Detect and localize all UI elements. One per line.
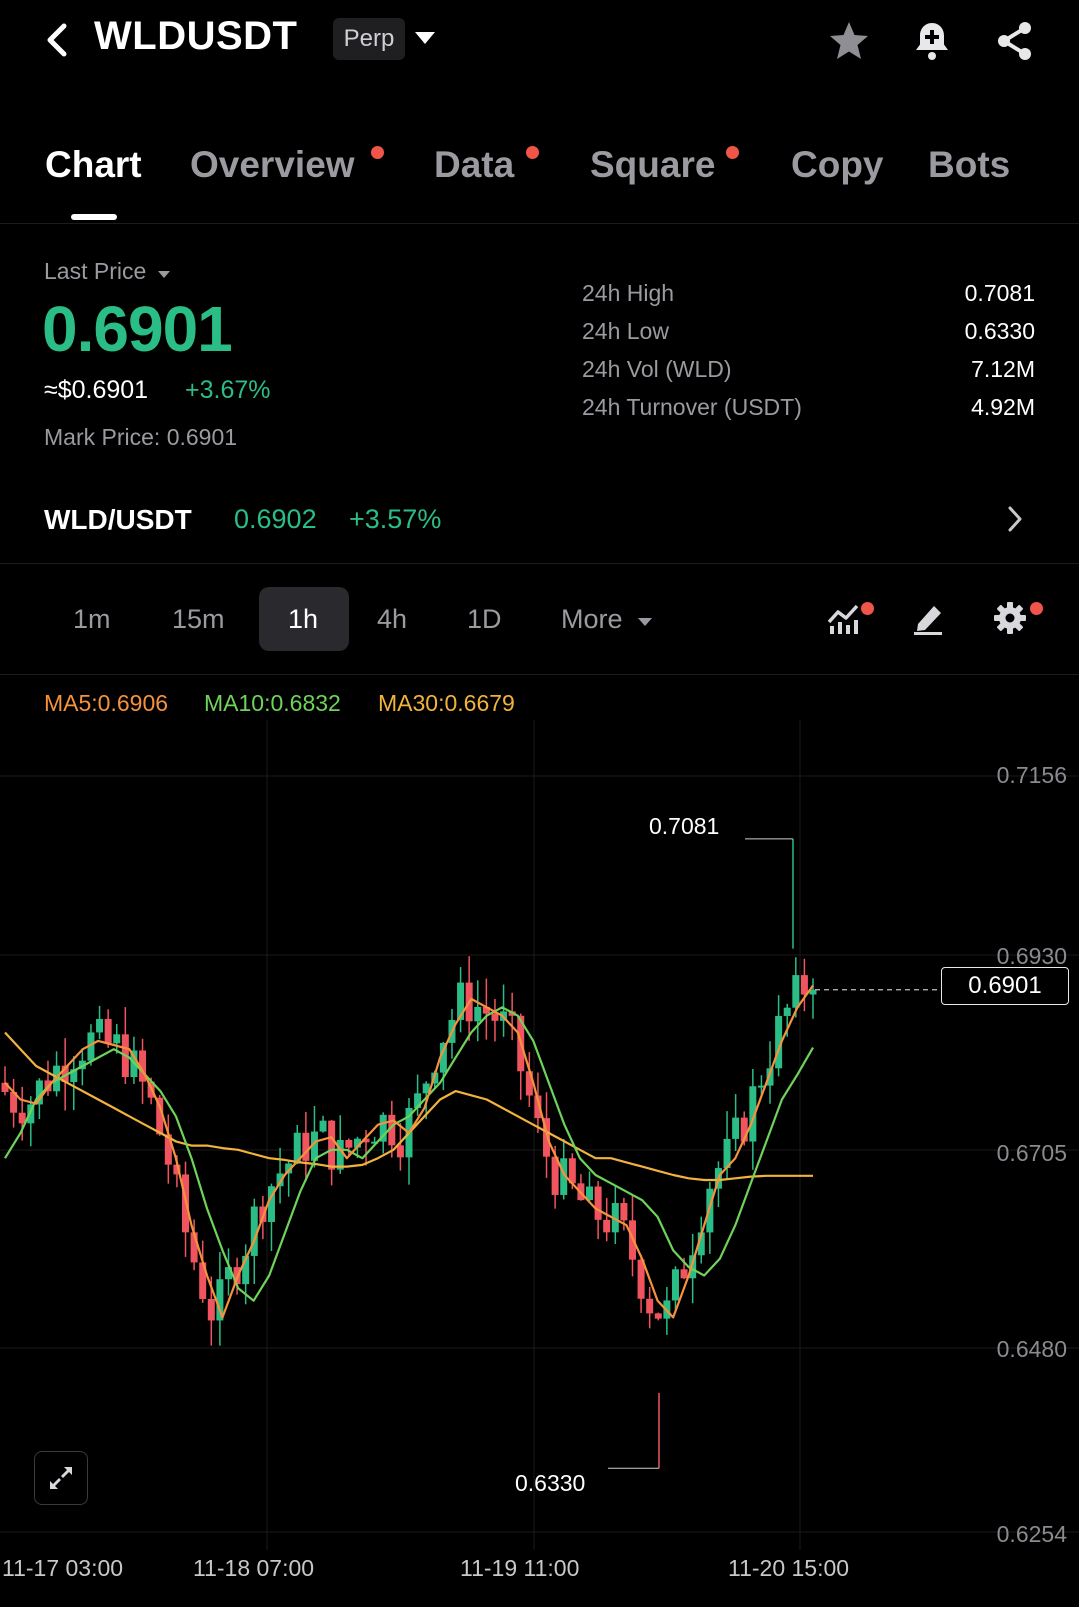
tab-overview[interactable]: Overview: [190, 144, 355, 186]
ma30-value: MA30:0.6679: [378, 690, 515, 716]
divider: [0, 674, 1079, 675]
timeframe-1d[interactable]: 1D: [467, 604, 502, 635]
contract-type-badge[interactable]: Perp: [333, 18, 405, 60]
tab-data[interactable]: Data: [434, 144, 514, 186]
stat-label-low: 24h Low: [582, 318, 669, 344]
spot-price: 0.6902: [234, 504, 317, 534]
candle-body: [620, 1203, 628, 1221]
draw-tool-icon[interactable]: [910, 600, 946, 641]
candle-body: [207, 1298, 215, 1321]
caret-down-icon: [157, 271, 170, 278]
candle-body: [783, 1007, 791, 1016]
y-tick-label: 0.6254: [996, 1521, 1067, 1547]
symbol-title[interactable]: WLDUSDT: [94, 14, 297, 59]
candle-body: [671, 1269, 679, 1301]
stat-value-high: 0.7081: [964, 280, 1035, 306]
last-price-selector[interactable]: Last Price: [44, 258, 171, 285]
timeframe-15m[interactable]: 15m: [172, 604, 225, 635]
tab-chart[interactable]: Chart: [45, 144, 142, 186]
spot-change: +3.57%: [349, 504, 442, 534]
x-tick-label: 11-20 15:00: [728, 1555, 850, 1581]
indicators-badge-dot: [861, 602, 874, 615]
stat-value-low: 0.6330: [964, 318, 1035, 344]
high-marker-label: 0.7081: [649, 813, 720, 839]
candle-body: [104, 1018, 112, 1044]
ma5-value: MA5:0.6906: [44, 690, 169, 716]
candle-body: [680, 1269, 688, 1279]
price-alert-bell-icon[interactable]: [909, 18, 955, 64]
indicators-icon[interactable]: [826, 600, 862, 641]
x-tick-label: 11-17 03:00: [2, 1555, 124, 1581]
timeframe-1m[interactable]: 1m: [73, 604, 111, 635]
candlestick-chart[interactable]: [0, 720, 1079, 1550]
y-tick-label: 0.6705: [996, 1140, 1067, 1166]
mark-price: Mark Price: 0.6901: [44, 424, 238, 450]
candle-body: [474, 1006, 482, 1022]
ma10-value: MA10:0.6832: [204, 690, 341, 716]
candle-body: [113, 1034, 121, 1044]
candle-body: [646, 1298, 654, 1314]
usd-equivalent: ≈$0.6901: [44, 376, 149, 404]
stat-label-high: 24h High: [582, 280, 675, 306]
fullscreen-button[interactable]: [34, 1451, 88, 1505]
tab-bots[interactable]: Bots: [928, 144, 1010, 186]
tab-copy[interactable]: Copy: [791, 144, 884, 186]
stat-label-turnover: 24h Turnover (USDT): [582, 394, 802, 420]
y-tick-label: 0.6930: [996, 943, 1067, 969]
symbol-dropdown-icon[interactable]: [414, 30, 436, 51]
y-tick-label: 0.6480: [996, 1336, 1067, 1362]
price-change-percent: +3.67%: [185, 376, 271, 404]
tab-square[interactable]: Square: [590, 144, 715, 186]
candle-body: [491, 1013, 499, 1021]
expand-icon: [50, 1467, 72, 1489]
candle-body: [396, 1145, 404, 1158]
low-marker-label: 0.6330: [515, 1470, 586, 1496]
divider: [0, 223, 1079, 224]
candle-body: [603, 1219, 611, 1233]
share-icon[interactable]: [992, 18, 1038, 64]
current-price-tag: 0.6901: [941, 967, 1069, 1005]
caret-down-icon: [638, 618, 653, 626]
back-button[interactable]: [40, 18, 76, 62]
settings-gear-icon[interactable]: [992, 600, 1028, 641]
stat-value-vol: 7.12M: [971, 356, 1035, 382]
x-tick-label: 11-18 07:00: [193, 1555, 315, 1581]
last-price: 0.6901: [42, 293, 233, 365]
timeframe-1h[interactable]: 1h: [288, 604, 318, 635]
tab-square-badge-dot: [726, 146, 739, 159]
candle-body: [732, 1117, 740, 1139]
candle-body: [654, 1313, 662, 1319]
candle-body: [345, 1139, 353, 1148]
stat-label-vol: 24h Vol (WLD): [582, 356, 732, 382]
timeframe-more[interactable]: More: [561, 604, 654, 635]
divider: [0, 563, 1079, 564]
stat-value-turnover: 4.92M: [971, 394, 1035, 420]
chevron-right-icon: [1006, 504, 1024, 539]
tab-overview-badge-dot: [371, 146, 384, 159]
tab-data-badge-dot: [526, 146, 539, 159]
x-tick-label: 11-19 11:00: [460, 1555, 580, 1581]
candle-body: [792, 975, 800, 1008]
candle-body: [302, 1132, 310, 1161]
active-tab-indicator: [71, 214, 117, 220]
y-tick-label: 0.7156: [996, 762, 1067, 788]
favorite-star-icon[interactable]: [826, 18, 872, 64]
candle-body: [319, 1120, 327, 1132]
candle-body: [800, 975, 808, 995]
candle-body: [328, 1120, 336, 1170]
back-icon: [47, 23, 67, 57]
settings-badge-dot: [1030, 602, 1043, 615]
candle-body: [96, 1018, 104, 1033]
spot-pair: WLD/USDT: [44, 504, 192, 535]
candle-body: [594, 1186, 602, 1220]
timeframe-4h[interactable]: 4h: [377, 604, 407, 635]
